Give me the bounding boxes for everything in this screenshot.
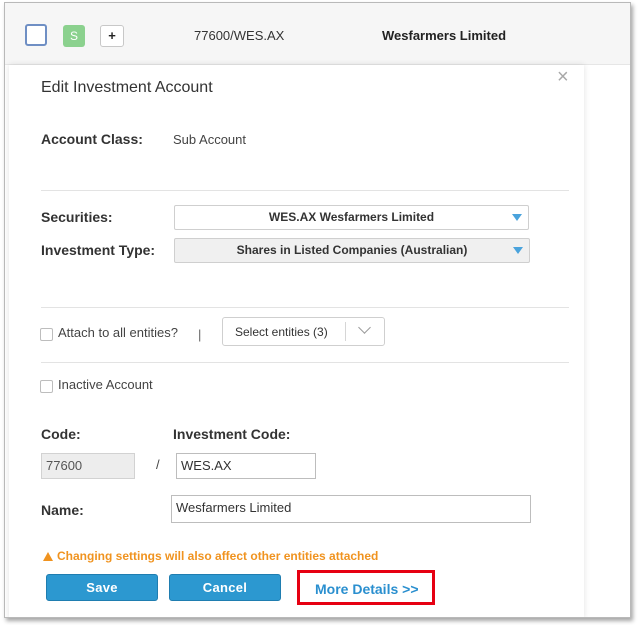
chevron-down-icon	[358, 321, 371, 334]
investment-code-label: Investment Code:	[173, 426, 291, 442]
securities-selected-value: WES.AX Wesfarmers Limited	[268, 210, 435, 224]
account-class-value: Sub Account	[173, 132, 246, 147]
row-code: 77600/WES.AX	[194, 28, 285, 43]
divider	[41, 190, 569, 191]
edit-investment-account-dialog: × Edit Investment Account Account Class:…	[9, 65, 584, 617]
separator: |	[198, 327, 202, 342]
list-row: S + 77600/WES.AX Wesfarmers Limited	[5, 3, 630, 65]
securities-label: Securities:	[41, 209, 113, 225]
securities-select[interactable]: WES.AX Wesfarmers Limited	[174, 205, 529, 230]
account-class-label: Account Class:	[41, 131, 143, 147]
dropdown-separator	[345, 322, 346, 341]
investment-type-selected-value: Shares in Listed Companies (Australian)	[236, 243, 468, 257]
divider	[41, 307, 569, 308]
row-name: Wesfarmers Limited	[382, 28, 507, 43]
select-entities-label: Select entities (3)	[235, 325, 328, 339]
inactive-account-checkbox[interactable]	[40, 380, 53, 393]
inactive-account-label: Inactive Account	[58, 377, 153, 392]
investment-type-label: Investment Type:	[41, 242, 156, 258]
attach-all-label: Attach to all entities?	[58, 325, 178, 340]
dropdown-caret-icon	[512, 214, 522, 221]
cancel-button[interactable]: Cancel	[169, 574, 281, 601]
dropdown-caret-icon	[513, 247, 523, 254]
investment-code-field[interactable]: WES.AX	[176, 453, 316, 479]
warning-icon	[43, 552, 53, 561]
more-details-link[interactable]: More Details >>	[315, 581, 419, 597]
divider	[41, 362, 569, 363]
save-button[interactable]: Save	[46, 574, 158, 601]
screenshot-frame: S + 77600/WES.AX Wesfarmers Limited × Ed…	[4, 2, 631, 618]
code-separator-slash: /	[156, 457, 160, 472]
attach-all-checkbox[interactable]	[40, 328, 53, 341]
select-entities-dropdown[interactable]: Select entities (3)	[222, 317, 385, 346]
dialog-title: Edit Investment Account	[41, 79, 213, 96]
expand-button[interactable]: +	[100, 25, 124, 47]
name-field[interactable]: Wesfarmers Limited	[171, 495, 531, 523]
code-field: 77600	[41, 453, 135, 479]
more-details-highlight: More Details >>	[297, 570, 435, 605]
investment-type-select[interactable]: Shares in Listed Companies (Australian)	[174, 238, 530, 263]
type-badge: S	[63, 25, 85, 47]
name-label: Name:	[41, 502, 84, 518]
warning-message: Changing settings will also affect other…	[43, 549, 378, 563]
code-label: Code:	[41, 426, 81, 442]
warning-text: Changing settings will also affect other…	[57, 549, 379, 563]
row-select-checkbox[interactable]	[25, 24, 47, 46]
close-icon[interactable]: ×	[557, 67, 569, 87]
